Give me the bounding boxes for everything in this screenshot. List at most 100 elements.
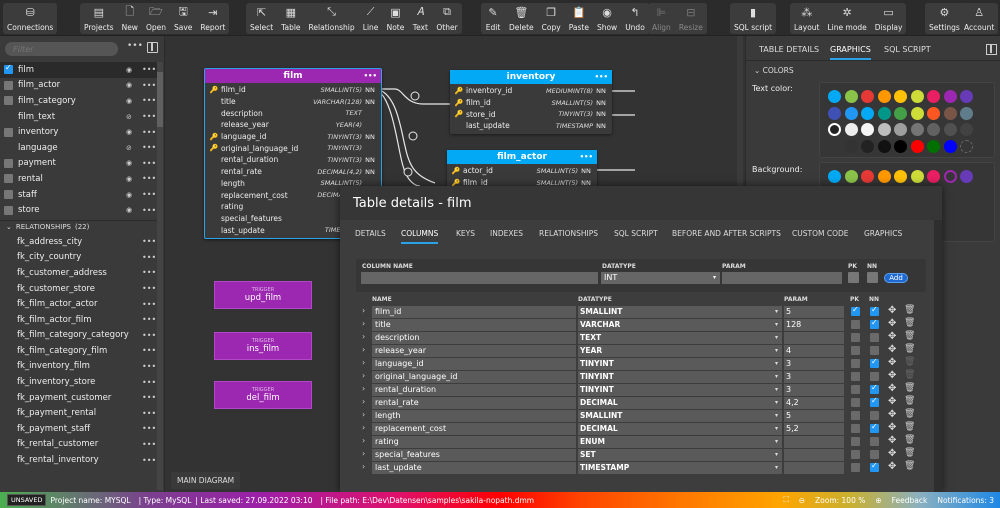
dialog-scrollbar[interactable]	[934, 220, 942, 492]
eye-icon[interactable]: ◉	[126, 97, 132, 105]
eye-icon[interactable]: ◉	[126, 191, 132, 199]
entity-column[interactable]: 🔑 inventory_id MEDIUMINT(8) NN	[452, 85, 609, 97]
entity-column[interactable]: last_update TIMESTAMPNN	[452, 120, 609, 132]
entity-header[interactable]: film_actor •••	[447, 150, 597, 164]
datatype-select[interactable]: VARCHAR ▾	[578, 319, 782, 331]
param-input[interactable]	[784, 332, 844, 344]
line-mode-button[interactable]: ✲ Line mode	[824, 3, 871, 34]
color-swatch[interactable]	[927, 90, 940, 103]
trigger-ins-film[interactable]: TRIGGER ins_film	[214, 332, 312, 360]
entity-inventory[interactable]: inventory ••• 🔑 inventory_id MEDIUMINT(8) NN 🔑…	[450, 70, 612, 134]
tab-graphics[interactable]: GRAPHICS	[864, 229, 902, 238]
eye-icon[interactable]: ◉	[126, 81, 132, 89]
sidebar-item-fk-payment-customer[interactable]: fk_payment_customer •••	[0, 390, 157, 406]
tab-details[interactable]: DETAILS	[355, 229, 386, 238]
expand-chevron-icon[interactable]: ›	[362, 345, 365, 354]
save-button[interactable]: 🖫 Save	[170, 3, 196, 34]
column-name-input[interactable]: special_features	[372, 449, 576, 461]
expand-chevron-icon[interactable]: ›	[362, 410, 365, 419]
display-button[interactable]: ▭ Display	[871, 3, 907, 34]
nn-checkbox[interactable]	[870, 461, 879, 472]
datatype-select[interactable]: TINYINT ▾	[578, 371, 782, 383]
move-icon[interactable]: ✥	[888, 396, 896, 407]
nn-checkbox[interactable]	[870, 422, 879, 433]
select-button[interactable]: ⇱ Select	[246, 3, 277, 34]
color-swatch[interactable]	[960, 139, 973, 153]
sidebar-item-rental[interactable]: rental ◉ •••	[0, 171, 157, 187]
resize-button[interactable]: ⊟ Resize	[675, 3, 707, 34]
column-name-input[interactable]: length	[372, 410, 576, 422]
entity-header[interactable]: film •••	[205, 69, 381, 83]
sidebar-item-language[interactable]: language ⊘ •••	[0, 140, 157, 156]
tab-custom-code[interactable]: CUSTOM CODE	[792, 229, 848, 238]
align-button[interactable]: ⊫ Align	[648, 3, 675, 34]
trash-icon[interactable]: 🗑	[904, 331, 915, 341]
column-name-input[interactable]	[361, 272, 598, 284]
table-button[interactable]: ▦ Table	[277, 3, 304, 34]
sidebar-item-fk-inventory-film[interactable]: fk_inventory_film •••	[0, 359, 157, 375]
eye-icon[interactable]: ◉	[126, 128, 132, 136]
trigger-del-film[interactable]: TRIGGER del_film	[214, 381, 312, 409]
color-swatch[interactable]	[943, 170, 957, 183]
datatype-select[interactable]: INT ▾	[601, 272, 720, 284]
color-swatch[interactable]	[894, 170, 907, 183]
sidebar-item-payment[interactable]: payment ◉ •••	[0, 156, 157, 172]
pk-checkbox[interactable]	[851, 346, 860, 355]
color-swatch[interactable]	[927, 123, 940, 136]
move-icon[interactable]: ✥	[888, 357, 896, 368]
move-icon[interactable]: ✥	[888, 448, 896, 459]
color-swatch[interactable]	[910, 90, 924, 103]
move-icon[interactable]: ✥	[888, 409, 896, 420]
connections-button[interactable]: ⛁ Connections	[3, 3, 57, 34]
param-input[interactable]	[722, 272, 842, 284]
table-checkbox[interactable]	[4, 96, 13, 106]
trash-icon[interactable]: 🗑	[904, 435, 915, 445]
more-icon[interactable]: •••	[142, 237, 156, 246]
pk-checkbox[interactable]	[848, 272, 859, 283]
color-swatch[interactable]	[844, 139, 858, 153]
nn-checkbox[interactable]	[870, 411, 879, 420]
entity-column[interactable]: description TEXT	[207, 107, 378, 119]
eye-icon[interactable]: ◉	[126, 206, 132, 214]
more-icon[interactable]: •••	[142, 128, 156, 137]
move-icon[interactable]: ✥	[888, 331, 896, 342]
param-input[interactable]: 5	[784, 306, 844, 318]
param-input[interactable]: 5,2	[784, 423, 844, 435]
more-icon[interactable]: •••	[142, 440, 156, 449]
entity-column[interactable]: rental_rate DECIMAL(4,2) NN	[207, 166, 378, 178]
pk-checkbox[interactable]	[851, 333, 860, 342]
color-swatch[interactable]	[877, 90, 891, 103]
trash-icon[interactable]: 🗑	[904, 305, 915, 315]
expand-chevron-icon[interactable]: ›	[362, 423, 365, 432]
expand-chevron-icon[interactable]: ›	[362, 462, 365, 471]
color-swatch[interactable]	[960, 106, 973, 120]
color-swatch[interactable]	[927, 139, 940, 153]
expand-chevron-icon[interactable]: ›	[362, 436, 365, 445]
color-swatch[interactable]	[943, 123, 957, 136]
datatype-select[interactable]: SMALLINT ▾	[578, 306, 782, 318]
tab-sql-script[interactable]: SQL SCRIPT	[884, 45, 931, 54]
pk-checkbox[interactable]	[851, 411, 860, 420]
param-input[interactable]: 3	[784, 384, 844, 396]
color-swatch[interactable]	[828, 123, 841, 136]
datatype-select[interactable]: SMALLINT ▾	[578, 410, 782, 422]
edit-button[interactable]: ✎ Edit	[481, 3, 505, 34]
eye-icon[interactable]: ◉	[126, 159, 132, 167]
sidebar-item-film-category[interactable]: film_category ◉ •••	[0, 93, 157, 109]
move-icon[interactable]: ✥	[888, 435, 896, 446]
nn-checkbox[interactable]	[867, 272, 878, 283]
expand-chevron-icon[interactable]: ›	[362, 319, 365, 328]
pk-checkbox[interactable]	[851, 385, 860, 394]
column-name-input[interactable]: description	[372, 332, 576, 344]
entity-header[interactable]: inventory •••	[450, 70, 612, 84]
color-swatch[interactable]	[927, 170, 940, 183]
delete-button[interactable]: 🗑 Delete	[505, 3, 538, 34]
datatype-select[interactable]: TIMESTAMP ▾	[578, 462, 782, 474]
tab-before-and-after-scripts[interactable]: BEFORE AND AFTER SCRIPTS	[672, 229, 781, 238]
param-input[interactable]: 3	[784, 358, 844, 370]
sidebar-item-fk-city-country[interactable]: fk_city_country •••	[0, 250, 157, 266]
more-icon[interactable]: •••	[142, 206, 156, 215]
expand-chevron-icon[interactable]: ›	[362, 384, 365, 393]
pk-checkbox[interactable]	[851, 305, 860, 316]
column-name-input[interactable]: original_language_id	[372, 371, 576, 383]
